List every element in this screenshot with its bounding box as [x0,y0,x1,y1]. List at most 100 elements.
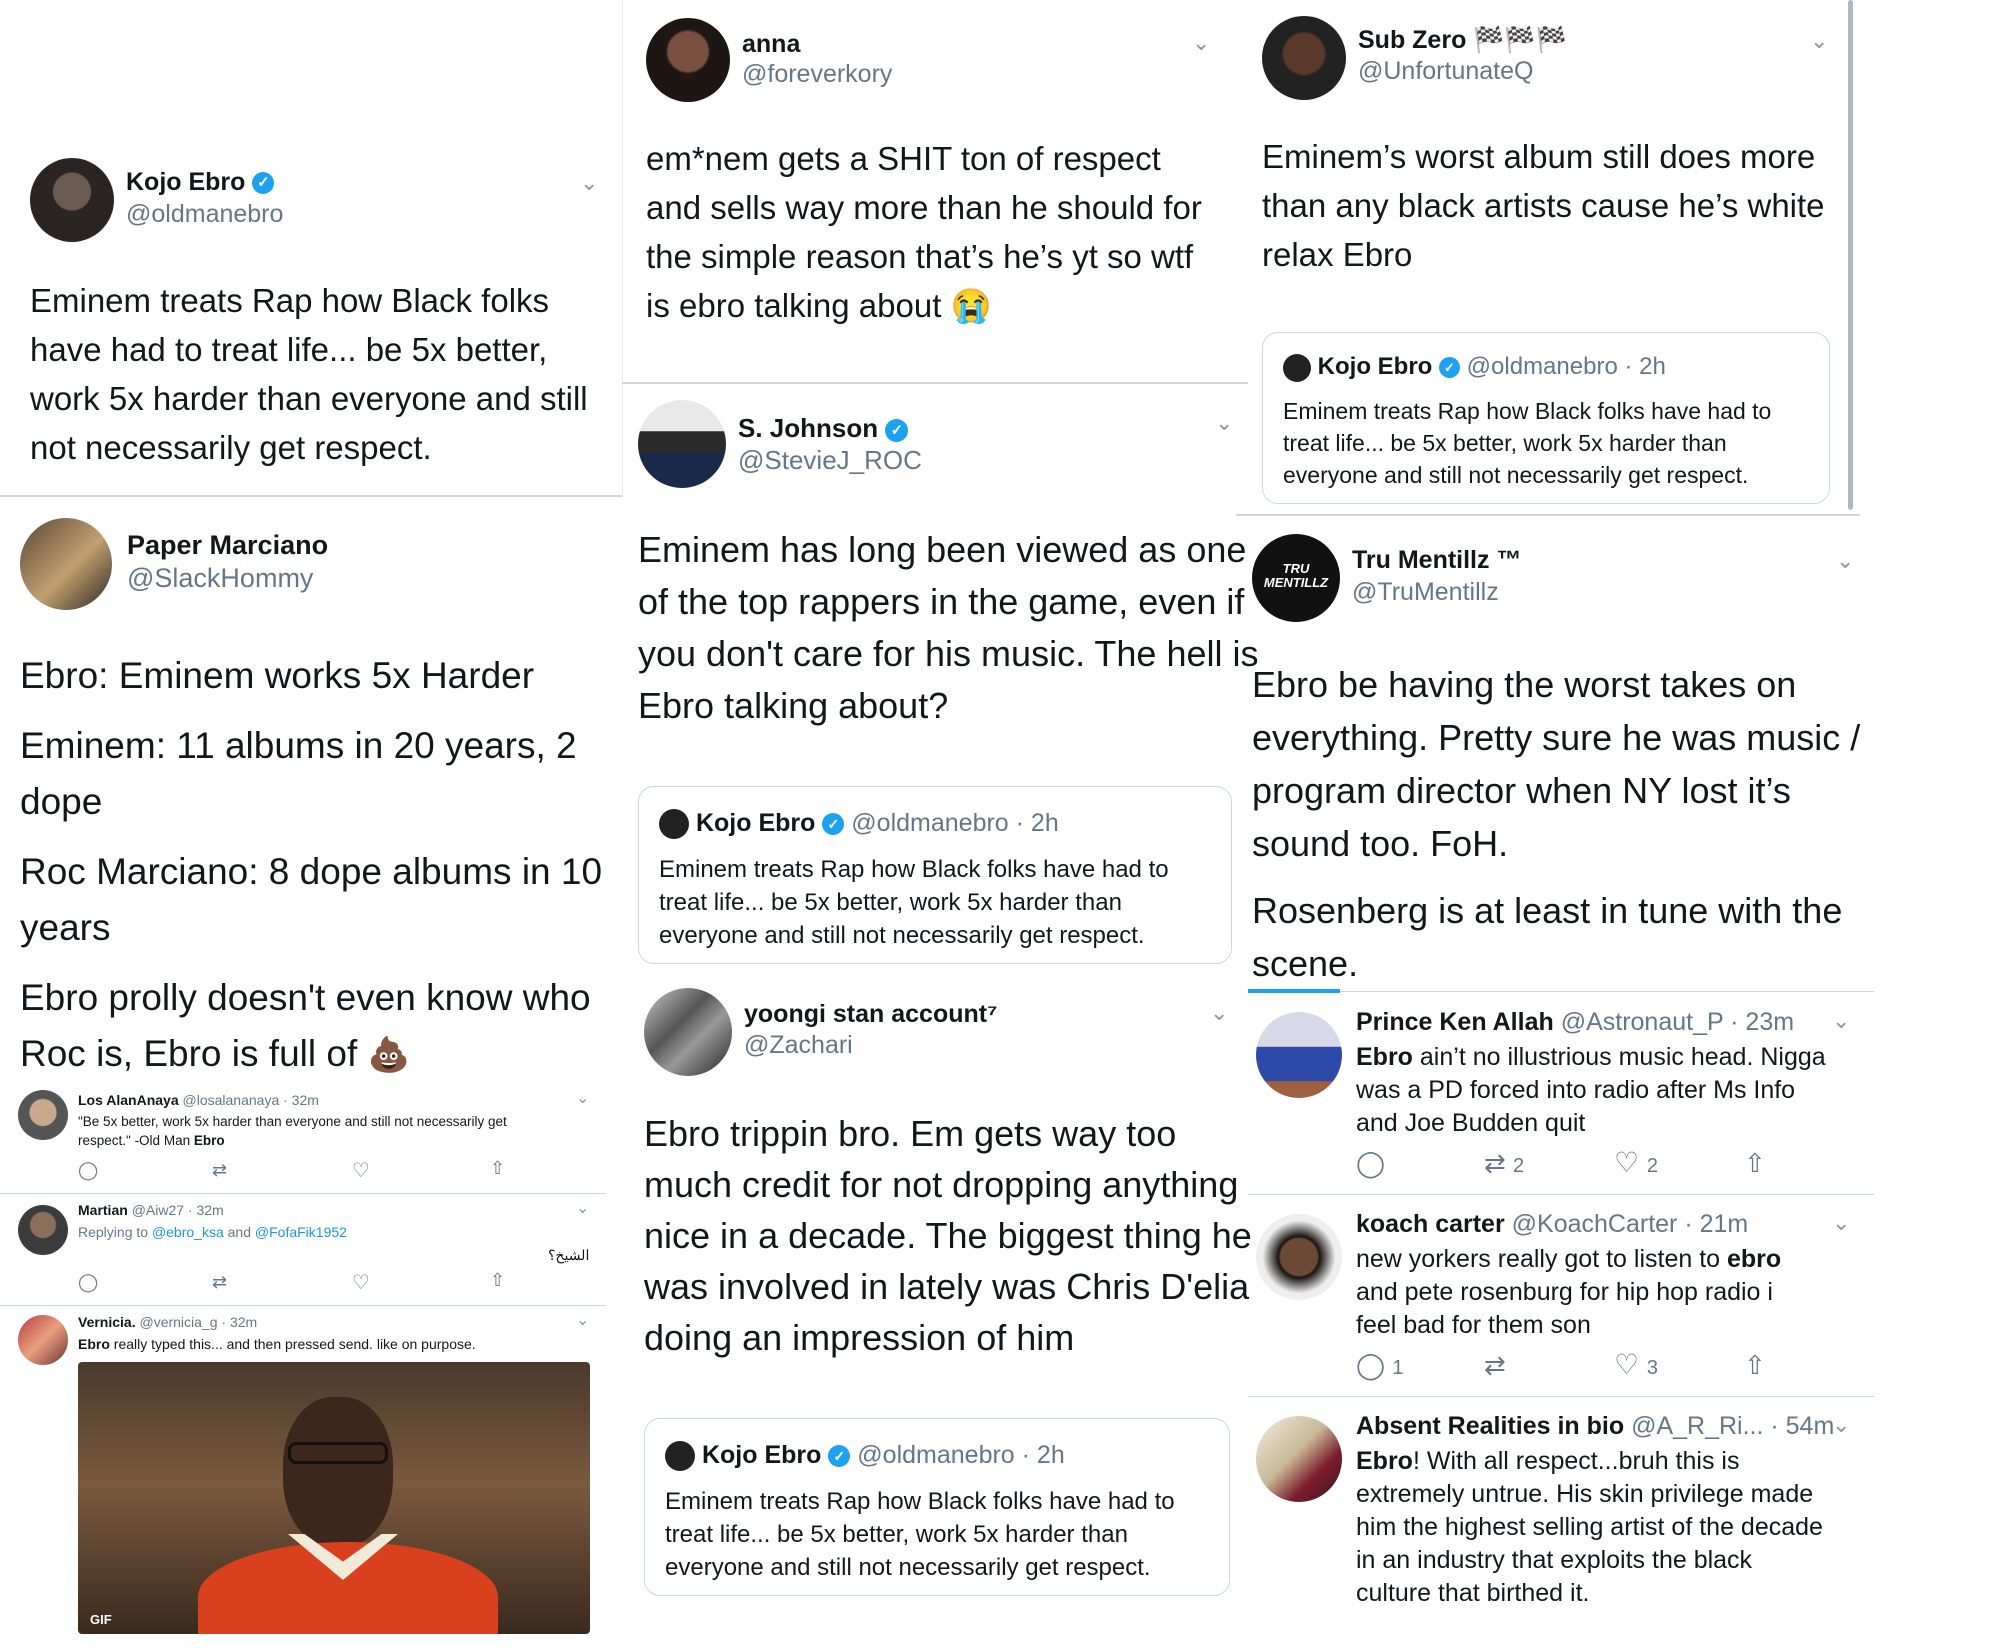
chevron-down-icon[interactable]: ⌄ [576,1310,589,1330]
share-icon[interactable]: ⇧ [1744,1350,1766,1381]
share-icon[interactable]: ⇧ [1744,1148,1766,1179]
handle[interactable]: @foreverkory [742,60,892,89]
chevron-down-icon[interactable]: ⌄ [576,1088,589,1108]
reply-text: Ebro ain’t no illustrious music head. Ni… [1356,1043,1826,1137]
display-name[interactable]: Los AlanAnaya [78,1092,179,1108]
meta: @A_R_Ri... · 54m [1631,1412,1835,1440]
column-divider [622,0,623,497]
quoted-text: Eminem treats Rap how Black folks have h… [659,856,1169,949]
meta: @oldmanebro · 2h [857,1441,1065,1469]
divider [1248,1396,1874,1397]
replying-to: Replying to @ebro_ksa and @FofaFik1952 [78,1224,347,1240]
meta: @losalananaya · 32m [182,1092,319,1108]
handle[interactable]: @TruMentillz [1352,578,1499,607]
gif-image[interactable]: GIF [78,1362,590,1634]
handle[interactable]: @oldmanebro [126,200,283,229]
share-icon[interactable]: ⇧ [490,1158,505,1179]
meta: @KoachCarter · 21m [1511,1210,1749,1238]
handle[interactable]: @Zachari [744,1031,853,1060]
divider [0,1193,606,1194]
handle[interactable]: @StevieJ_ROC [738,445,922,476]
reply-text: Ebro! With all respect...bruh this is ex… [1356,1447,1823,1607]
like-icon[interactable]: ♡ 3 [1614,1348,1658,1381]
like-icon[interactable]: ♡ [352,1158,370,1183]
avatar[interactable]: TRU MENTILLZ [1252,534,1340,622]
reply-icon[interactable]: ◯ [78,1272,98,1293]
chevron-down-icon[interactable]: ⌄ [1832,1412,1850,1438]
chevron-down-icon[interactable]: ⌄ [1832,1008,1850,1034]
retweet-icon[interactable]: ⇄ 2 [1484,1148,1524,1179]
display-name[interactable]: Vernicia. [78,1314,136,1330]
avatar[interactable] [30,158,114,242]
handle[interactable]: @UnfortunateQ [1358,57,1533,86]
handle[interactable]: @SlackHommy [127,563,313,594]
chevron-down-icon[interactable]: ⌄ [1210,1000,1228,1026]
quoted-text: Eminem treats Rap how Black folks have h… [1283,398,1772,488]
divider [0,1305,606,1306]
chevron-down-icon[interactable]: ⌄ [576,1198,589,1218]
display-name: Kojo Ebro [695,809,816,837]
quoted-tweet[interactable]: Kojo Ebro ✓ @oldmanebro · 2h Eminem trea… [638,786,1232,964]
avatar[interactable] [18,1205,68,1255]
display-name[interactable]: Paper Marciano [127,530,328,561]
verified-badge-icon: ✓ [252,172,275,195]
divider [622,382,1248,384]
chevron-down-icon[interactable]: ⌄ [1215,410,1233,436]
display-name[interactable]: Martian [78,1202,128,1218]
display-name[interactable]: Absent Realities in bio [1356,1412,1624,1440]
reply-text: Ebro really typed this... and then press… [78,1336,476,1352]
verified-badge-icon: ✓ [885,418,909,442]
reply-icon[interactable]: ◯ [78,1160,98,1181]
display-name: Kojo Ebro [1317,353,1433,380]
avatar[interactable] [1256,1012,1342,1098]
avatar[interactable] [1256,1416,1342,1502]
chevron-down-icon[interactable]: ⌄ [580,170,598,196]
quoted-tweet[interactable]: Kojo Ebro ✓ @oldmanebro · 2h Eminem trea… [1262,332,1830,504]
meta: @Astronaut_P · 23m [1560,1008,1795,1036]
avatar[interactable] [18,1090,68,1140]
tweet-text: Ebro trippin bro. Em gets way too much cr… [644,1113,1252,1358]
avatar [665,1441,695,1472]
like-icon[interactable]: ♡ [352,1270,370,1295]
meta: @oldmanebro · 2h [1466,353,1666,380]
display-name[interactable]: Sub Zero 🏁🏁🏁 [1358,26,1567,55]
retweet-icon[interactable]: ⇄ [1484,1350,1506,1381]
avatar[interactable] [18,1315,68,1365]
glasses [288,1442,388,1464]
chevron-down-icon[interactable]: ⌄ [1832,1210,1850,1236]
quoted-tweet[interactable]: Kojo Ebro ✓ @oldmanebro · 2h Eminem trea… [644,1418,1230,1596]
scrollbar[interactable] [1848,0,1853,510]
display-name: Kojo Ebro [701,1441,822,1469]
like-icon[interactable]: ♡ 2 [1614,1146,1658,1179]
avatar[interactable] [20,518,112,610]
display-name[interactable]: anna [742,30,800,59]
chevron-down-icon[interactable]: ⌄ [1836,548,1854,574]
display-name[interactable]: koach carter [1356,1210,1505,1238]
reply-text: الشيخ؟ [548,1247,590,1263]
verified-badge-icon: ✓ [828,1445,851,1468]
display-name[interactable]: S. Johnson [738,413,878,443]
avatar[interactable] [644,988,732,1076]
tab-underline [1248,989,1340,993]
verified-badge-icon: ✓ [1439,357,1460,379]
reply-icon[interactable]: ◯ 1 [1356,1350,1403,1381]
display-name[interactable]: yoongi stan account⁷ [744,1000,997,1029]
display-name[interactable]: Prince Ken Allah [1356,1008,1554,1036]
reply-text: new yorkers really got to listen to ebro… [1356,1245,1782,1339]
divider [1236,514,1860,516]
chevron-down-icon[interactable]: ⌄ [1810,28,1828,54]
reply-icon[interactable]: ◯ [1356,1148,1385,1179]
chevron-down-icon[interactable]: ⌄ [1192,30,1210,56]
avatar[interactable] [1256,1214,1342,1300]
display-name[interactable]: Tru Mentillz ™ [1352,546,1521,575]
avatar[interactable] [1262,16,1346,100]
avatar[interactable] [646,18,730,102]
retweet-icon[interactable]: ⇄ [212,1272,227,1293]
display-name[interactable]: Kojo Ebro [126,168,245,196]
retweet-icon[interactable]: ⇄ [212,1160,227,1181]
tweet-text: Eminem’s worst album still does more than… [1262,138,1825,273]
tweet-text: Eminem has long been viewed as one of the… [638,529,1259,726]
meta: @vernicia_g · 32m [139,1314,258,1330]
share-icon[interactable]: ⇧ [490,1270,505,1291]
avatar[interactable] [638,400,726,488]
